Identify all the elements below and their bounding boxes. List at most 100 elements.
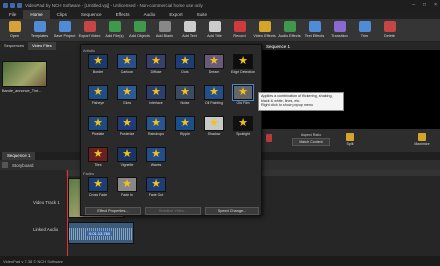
- maximize-preview-icon: [418, 133, 426, 141]
- trim-button[interactable]: Trim: [352, 19, 377, 42]
- effect-name: Dots: [181, 70, 189, 74]
- audio-effects-icon: [283, 21, 296, 32]
- tab-sequence-1[interactable]: Sequence 1: [2, 152, 36, 160]
- maximize-button[interactable]: Maximize: [412, 133, 432, 146]
- record-button[interactable]: Record: [227, 19, 252, 42]
- tab-sequences[interactable]: Sequences: [0, 42, 28, 50]
- effect-posterize[interactable]: ★ Posterize: [113, 116, 141, 145]
- effect-dream[interactable]: ★ Dream: [200, 54, 228, 83]
- tab-sequence[interactable]: Sequence: [74, 10, 109, 19]
- effect-spotlight[interactable]: ★ Spotlight: [229, 116, 257, 145]
- clip-thumbnail[interactable]: [2, 61, 47, 87]
- storyboard-icon[interactable]: [2, 162, 8, 168]
- effect-interlace[interactable]: ★ Interlace: [142, 85, 170, 114]
- add-files-button[interactable]: Add File(s): [102, 19, 127, 42]
- text-effects-icon: [308, 21, 321, 32]
- tab-effects[interactable]: Effects: [109, 10, 137, 19]
- aspect-ratio-control: Aspect Ratio Match Content: [292, 133, 330, 146]
- tab-file[interactable]: File: [2, 10, 23, 19]
- effect-oil-painting[interactable]: ★ Oil Painting: [200, 85, 228, 114]
- transition-button[interactable]: Transition: [327, 19, 352, 42]
- aspect-ratio-select[interactable]: Match Content: [292, 138, 330, 146]
- storyboard-label: Storyboard: [12, 162, 34, 168]
- star-icon: ★: [209, 117, 219, 129]
- effect-dots[interactable]: ★ Dots: [171, 54, 199, 83]
- stabilize-video-button[interactable]: Stabilize Video...: [145, 207, 201, 215]
- record-icon: [233, 21, 246, 32]
- effect-name: Old Film: [236, 101, 250, 105]
- open-button[interactable]: Open: [2, 19, 27, 42]
- save-icon: [58, 21, 71, 32]
- app-icon: [3, 2, 8, 8]
- effect-glow[interactable]: ★ Glow: [113, 85, 141, 114]
- effect-name: Edge Detection: [231, 70, 255, 74]
- playhead[interactable]: [67, 170, 68, 256]
- star-icon: ★: [151, 86, 161, 98]
- tab-audio[interactable]: Audio: [137, 10, 163, 19]
- tab-video-files[interactable]: Video Files: [28, 42, 56, 50]
- star-icon: ★: [209, 55, 219, 67]
- effect-thumbnail: ★: [233, 54, 253, 69]
- star-icon: ★: [93, 148, 103, 160]
- split-icon: [346, 133, 354, 141]
- effect-raindrops[interactable]: ★ Raindrops: [142, 116, 170, 145]
- tab-export[interactable]: Export: [162, 10, 189, 19]
- effect-noise[interactable]: ★ Noise: [171, 85, 199, 114]
- save-project-button[interactable]: Save Project: [52, 19, 77, 42]
- effect-name: Tiles: [94, 163, 102, 167]
- preview-screen[interactable]: [262, 50, 440, 129]
- close-icon[interactable]: ×: [434, 2, 437, 8]
- star-icon: ★: [238, 86, 248, 98]
- tab-home[interactable]: Home: [23, 10, 50, 19]
- effect-thumbnail: ★: [175, 85, 195, 100]
- media-bin: Bande_annonce_Tint...: [0, 50, 80, 152]
- star-icon: ★: [122, 55, 132, 67]
- effect-fisheye[interactable]: ★ Fisheye: [84, 85, 112, 114]
- effect-waves[interactable]: ★ Waves: [142, 147, 170, 176]
- effect-properties-button[interactable]: Effect Properties...: [85, 207, 141, 215]
- effect-fade-in[interactable]: ★ Fade In: [113, 177, 141, 206]
- status-text: VideoPad v 7.38 © NCH Software: [3, 258, 64, 264]
- record-marker-icon[interactable]: [266, 134, 272, 142]
- effect-name: Posterize: [119, 132, 135, 136]
- effect-fade-out[interactable]: ★ Fade Out: [142, 177, 170, 206]
- ribbon-tabs: File Home Clips Sequence Effects Audio E…: [0, 10, 440, 19]
- quick-undo-icon[interactable]: [17, 2, 22, 8]
- effect-diffuse[interactable]: ★ Diffuse: [142, 54, 170, 83]
- maximize-icon[interactable]: □: [423, 2, 426, 8]
- effect-cartoon[interactable]: ★ Cartoon: [113, 54, 141, 83]
- tab-clips[interactable]: Clips: [50, 10, 74, 19]
- quick-save-icon[interactable]: [10, 2, 15, 8]
- effect-name: Fisheye: [91, 101, 105, 105]
- aspect-ratio-label: Aspect Ratio: [300, 133, 322, 137]
- tooltip-line-3: Right click to show popup menu: [261, 103, 314, 107]
- effect-shadow[interactable]: ★ Shadow: [200, 116, 228, 145]
- video-effects-button[interactable]: Video Effects: [252, 19, 277, 42]
- tab-suite[interactable]: Suite: [190, 10, 214, 19]
- split-button[interactable]: Split: [340, 133, 360, 146]
- text-effects-button[interactable]: Text Effects: [302, 19, 327, 42]
- add-title-button[interactable]: Add Title: [202, 19, 227, 42]
- effect-vignette[interactable]: ★ Vignette: [113, 147, 141, 176]
- audio-effects-button[interactable]: Audio Effects: [277, 19, 302, 42]
- add-blank-button[interactable]: Add Blank: [152, 19, 177, 42]
- effect-tooltip: Applies a combination of flickering, sha…: [258, 92, 344, 111]
- effect-thumbnail: ★: [117, 147, 137, 162]
- export-video-button[interactable]: Export Video: [77, 19, 102, 42]
- effect-thumbnail: ★: [146, 85, 166, 100]
- add-title-icon: [208, 21, 221, 32]
- add-text-button[interactable]: Add Text: [177, 19, 202, 42]
- effect-ripple[interactable]: ★ Ripple: [171, 116, 199, 145]
- effect-thumbnail: ★: [233, 116, 253, 131]
- effect-pixelate[interactable]: ★ Pixelate: [84, 116, 112, 145]
- effect-edge-detection[interactable]: ★ Edge Detection: [229, 54, 257, 83]
- minimize-icon[interactable]: –: [412, 2, 415, 8]
- add-objects-button[interactable]: Add Objects: [127, 19, 152, 42]
- effect-old-film[interactable]: ★ Old Film: [229, 84, 257, 114]
- delete-button[interactable]: Delete: [377, 19, 402, 42]
- audio-clip[interactable]: 0:01:13.760: [68, 222, 134, 244]
- effect-border[interactable]: ★ Border: [84, 54, 112, 83]
- speed-change-button[interactable]: Speed Change...: [205, 207, 259, 215]
- templates-button[interactable]: Templates: [27, 19, 52, 42]
- effect-cross-fade[interactable]: ★ Cross Fade: [84, 177, 112, 206]
